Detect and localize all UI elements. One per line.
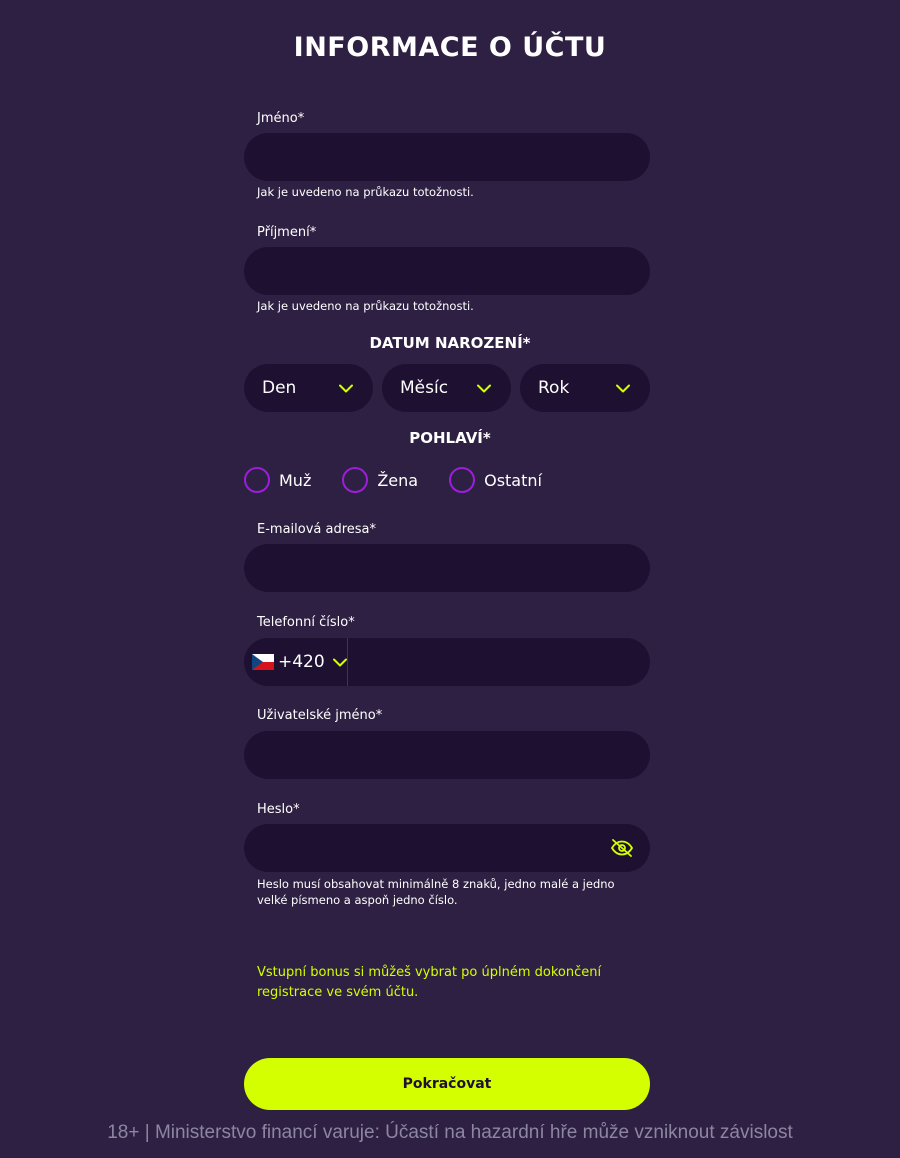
first-name-label: Jméno*: [257, 111, 305, 126]
chevron-down-icon: [477, 384, 491, 392]
country-code: +420: [278, 652, 325, 672]
gender-radio-group: Muž Žena Ostatní: [244, 467, 573, 493]
radio-circle[interactable]: [244, 467, 270, 493]
phone-field: +420: [244, 638, 650, 686]
chevron-down-icon: [616, 384, 630, 392]
username-label: Uživatelské jméno*: [257, 708, 383, 723]
gender-option-label: Ostatní: [484, 470, 542, 490]
gender-option-male[interactable]: Muž: [244, 467, 311, 493]
month-select-value: Měsíc: [400, 378, 449, 398]
gender-option-other[interactable]: Ostatní: [449, 467, 542, 493]
radio-circle[interactable]: [342, 467, 369, 493]
birth-date-heading: DATUM NAROZENÍ*: [369, 334, 531, 352]
password-hint: Heslo musí obsahovat minimálně 8 znaků, …: [257, 877, 615, 907]
gender-option-label: Žena: [377, 470, 419, 490]
phone-input[interactable]: [348, 638, 650, 686]
bonus-note: Vstupní bonus si můžeš vybrat po úplném …: [257, 965, 602, 1000]
email-input[interactable]: [244, 544, 650, 592]
password-label: Heslo*: [257, 802, 300, 817]
eye-off-icon[interactable]: [610, 838, 634, 858]
chevron-down-icon: [332, 658, 347, 666]
day-select[interactable]: Den: [244, 364, 373, 412]
gender-option-label: Muž: [279, 470, 312, 490]
gender-option-female[interactable]: Žena: [342, 467, 418, 493]
page-title: INFORMACE O ÚČTU: [293, 32, 607, 63]
month-select[interactable]: Měsíc: [382, 364, 511, 412]
last-name-label: Příjmení*: [257, 225, 317, 240]
chevron-down-icon: [339, 384, 353, 392]
phone-label: Telefonní číslo*: [257, 615, 355, 630]
username-input[interactable]: [244, 731, 650, 779]
continue-button[interactable]: Pokračovat: [244, 1058, 650, 1110]
country-code-select[interactable]: +420: [244, 638, 348, 686]
year-select-value: Rok: [538, 378, 570, 398]
gender-heading: POHLAVÍ*: [409, 429, 491, 447]
gambling-warning-footer: 18+ | Ministerstvo financí varuje: Účast…: [107, 1122, 793, 1143]
radio-circle[interactable]: [449, 467, 476, 493]
day-select-value: Den: [262, 378, 297, 398]
czech-flag-icon: [252, 654, 274, 670]
last-name-input[interactable]: [244, 247, 650, 295]
password-input[interactable]: [244, 824, 650, 872]
first-name-input[interactable]: [244, 133, 650, 181]
first-name-hint: Jak je uvedeno na průkazu totožnosti.: [257, 185, 474, 199]
last-name-hint: Jak je uvedeno na průkazu totožnosti.: [257, 299, 474, 313]
year-select[interactable]: Rok: [520, 364, 650, 412]
email-label: E-mailová adresa*: [257, 522, 377, 537]
